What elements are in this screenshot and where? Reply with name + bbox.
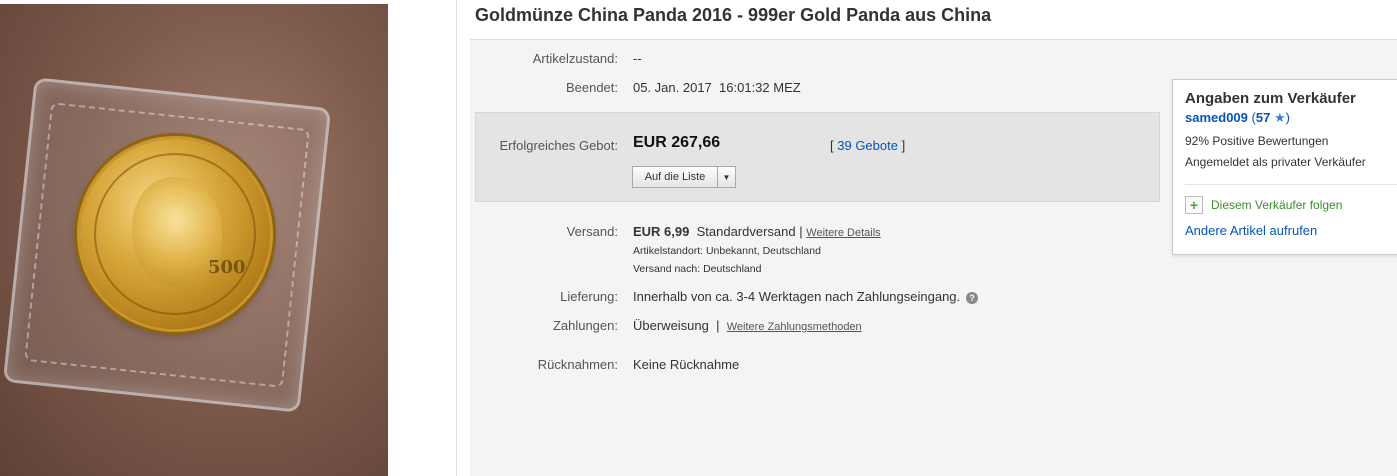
watchlist-dropdown-arrow-icon[interactable]: ▼ <box>717 167 735 187</box>
image-panel: 500 <box>0 0 457 476</box>
seller-type: Angemeldet als privater Verkäufer <box>1185 155 1366 169</box>
more-payment-methods-link[interactable]: Weitere Zahlungsmethoden <box>727 321 862 333</box>
shipping-details-link[interactable]: Weitere Details <box>806 227 880 239</box>
shipping-value: EUR 6,99 Standardversand | Weitere Detai… <box>633 224 881 239</box>
seller-name-link[interactable]: samed009 <box>1185 110 1248 125</box>
seller-info-box: Angaben zum Verkäufer samed009 (57 ★) 92… <box>1172 79 1397 255</box>
winning-bid-label: Erfolgreiches Gebot: <box>499 138 618 153</box>
plus-icon: + <box>1185 196 1203 214</box>
winning-bid-price: EUR 267,66 <box>633 134 721 151</box>
shipping-price: EUR 6,99 <box>633 224 690 239</box>
follow-seller-label: Diesem Verkäufer folgen <box>1211 198 1343 212</box>
returns-label: Rücknahmen: <box>537 357 618 372</box>
bid-history-link[interactable]: 39 Gebote <box>837 138 898 153</box>
condition-label: Artikelzustand: <box>532 51 618 66</box>
bid-count-close: ] <box>901 138 906 153</box>
delivery-label: Lieferung: <box>560 289 618 304</box>
delivery-value: Innerhalb von ca. 3-4 Werktagen nach Zah… <box>633 289 979 304</box>
gold-coin: 500 <box>80 139 270 329</box>
bid-box <box>475 112 1160 202</box>
seller-divider <box>1185 184 1397 185</box>
bid-count: [ 39 Gebote ] <box>830 138 905 153</box>
payment-label: Zahlungen: <box>552 318 618 333</box>
watchlist-button-label: Auf die Liste <box>644 171 706 183</box>
ships-to-value: Deutschland <box>703 263 762 275</box>
item-location-label: Artikelstandort: <box>633 245 704 257</box>
feedback-score-link[interactable]: 57 <box>1256 110 1270 125</box>
returns-value: Keine Rücknahme <box>633 357 740 372</box>
seller-info-heading: Angaben zum Verkäufer <box>1185 90 1356 107</box>
payment-separator: | <box>716 318 720 333</box>
title-divider <box>470 39 1397 40</box>
bid-count-open: [ <box>830 138 834 153</box>
ended-date: 05. Jan. 2017 <box>633 80 712 95</box>
star-icon: ★ <box>1273 110 1286 125</box>
coin-denomination: 500 <box>208 257 246 278</box>
delivery-text: Innerhalb von ca. 3-4 Werktagen nach Zah… <box>633 289 961 304</box>
help-icon[interactable]: ? <box>966 291 979 304</box>
ships-to: Versand nach: Deutschland <box>633 263 761 275</box>
positive-feedback: 92% Positive Bewertungen <box>1185 134 1329 148</box>
condition-value: -- <box>633 51 642 66</box>
payment-method: Überweisung <box>633 318 709 333</box>
ships-to-label: Versand nach: <box>633 263 701 275</box>
follow-seller-button[interactable]: + Diesem Verkäufer folgen <box>1185 196 1342 214</box>
ended-time: 16:01:32 MEZ <box>719 80 801 95</box>
other-items-link[interactable]: Andere Artikel aufrufen <box>1185 223 1317 238</box>
ended-value: 05. Jan. 2017 16:01:32 MEZ <box>633 80 801 95</box>
payment-value: Überweisung | Weitere Zahlungsmethoden <box>633 318 862 333</box>
ended-label: Beendet: <box>565 80 618 95</box>
item-location-value: Unbekannt, Deutschland <box>705 245 821 257</box>
shipping-method: Standardversand <box>696 224 796 239</box>
shipping-label: Versand: <box>566 224 618 239</box>
add-to-watchlist-button[interactable]: Auf die Liste ▼ <box>632 166 736 188</box>
seller-name-line: samed009 (57 ★) <box>1185 110 1290 126</box>
shipping-separator: | <box>799 224 803 239</box>
product-photo[interactable]: 500 <box>0 4 388 476</box>
feedback-close: ) <box>1285 110 1290 125</box>
item-location: Artikelstandort: Unbekannt, Deutschland <box>633 245 821 257</box>
item-title: Goldmünze China Panda 2016 - 999er Gold … <box>475 5 992 25</box>
